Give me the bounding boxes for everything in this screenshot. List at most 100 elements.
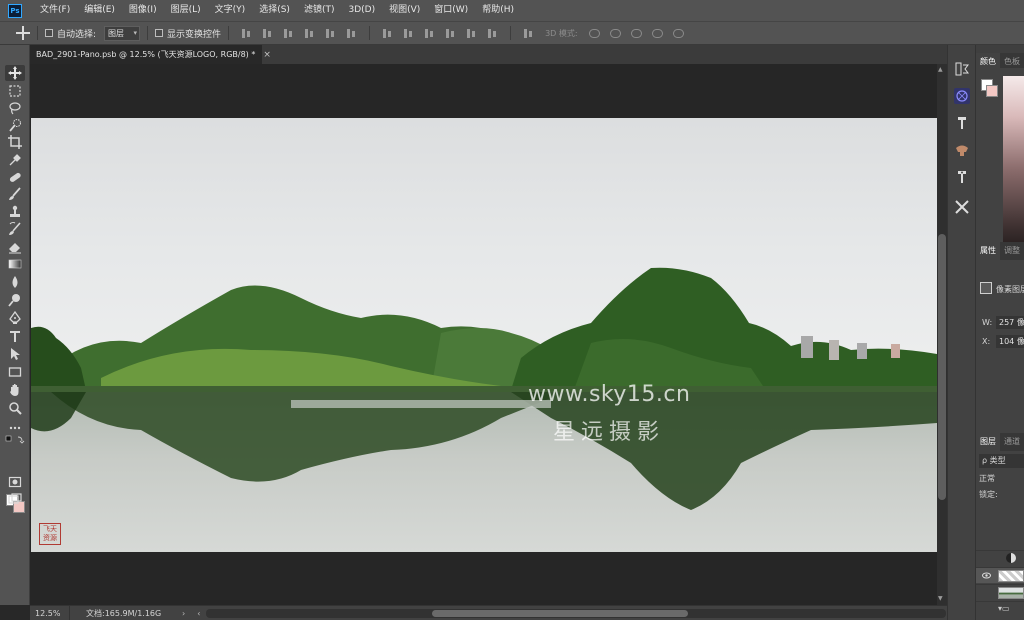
healing-brush-tool-icon[interactable]	[8, 170, 22, 184]
layers-panel-tabs: 图层 通道	[976, 433, 1024, 451]
history-icon[interactable]	[954, 61, 970, 77]
distribute-vcenter-icon[interactable]	[403, 28, 414, 39]
scroll-down-icon[interactable]: ▼	[938, 595, 943, 602]
width-field[interactable]: 257 像素	[996, 316, 1024, 329]
status-bar: 12.5% 文档:165.9M/1.16G › ‹	[30, 605, 947, 620]
3d-pan-icon[interactable]	[630, 28, 642, 38]
scroll-left-icon[interactable]: ‹	[197, 609, 200, 618]
horizontal-scroll-thumb[interactable]	[432, 609, 689, 617]
watermark-url: www.sky15.cn	[528, 382, 691, 407]
crop-tool-icon[interactable]	[8, 135, 22, 149]
align-vcenter-icon[interactable]	[262, 28, 273, 39]
more-tools-icon[interactable]	[8, 421, 22, 435]
marquee-tool-icon[interactable]	[8, 84, 22, 98]
eyedropper-tool-icon[interactable]	[8, 153, 22, 167]
color-wheel-icon[interactable]	[954, 88, 970, 104]
tab-layers[interactable]: 图层	[976, 433, 1000, 451]
lasso-tool-icon[interactable]	[8, 101, 22, 115]
rectangle-tool-icon[interactable]	[8, 365, 22, 379]
tab-channels[interactable]: 通道	[1000, 433, 1024, 451]
tools-panel-icon[interactable]	[954, 199, 970, 215]
menu-image[interactable]: 图像(I)	[122, 0, 164, 21]
align-top-icon[interactable]	[241, 28, 252, 39]
history-brush-tool-icon[interactable]	[8, 222, 22, 236]
x-label: X:	[982, 337, 991, 346]
3d-slide-icon[interactable]	[651, 28, 663, 38]
hand-tool-icon[interactable]	[8, 383, 22, 397]
menu-window[interactable]: 窗口(W)	[427, 0, 475, 21]
auto-select-checkbox[interactable]: 自动选择:	[45, 27, 96, 40]
close-icon[interactable]: ×	[263, 50, 271, 60]
tab-properties[interactable]: 属性	[976, 242, 1000, 260]
eraser-tool-icon[interactable]	[8, 240, 22, 254]
document-info[interactable]: 文档:165.9M/1.16G	[86, 608, 176, 619]
auto-align-icon[interactable]	[523, 28, 534, 39]
panel-background-swatch[interactable]	[986, 85, 998, 97]
layer-row-logo[interactable]	[976, 567, 1024, 583]
document-tab[interactable]: BAD_2901-Pano.psb @ 12.5% (飞天资源LOGO, RGB…	[30, 45, 271, 64]
clone-stamp-tool-icon[interactable]	[8, 205, 22, 219]
distribute-bottom-icon[interactable]	[424, 28, 435, 39]
checkbox-box[interactable]	[45, 29, 53, 37]
zoom-tool-icon[interactable]	[8, 401, 22, 415]
menu-type[interactable]: 文字(Y)	[208, 0, 253, 21]
layer-filter-input[interactable]: ρ 类型	[979, 454, 1024, 468]
clone-source-icon[interactable]	[954, 142, 970, 158]
brush-tool-icon[interactable]	[8, 187, 22, 201]
align-hcenter-icon[interactable]	[325, 28, 336, 39]
menu-3d[interactable]: 3D(D)	[341, 0, 382, 21]
auto-select-target-dropdown[interactable]: 图层 ▾	[104, 25, 141, 41]
tab-adjustments[interactable]: 调整	[1000, 242, 1024, 260]
align-right-icon[interactable]	[346, 28, 357, 39]
vertical-scroll-thumb[interactable]	[938, 234, 946, 500]
eye-icon[interactable]	[982, 571, 991, 580]
swap-colors-icon[interactable]	[5, 435, 25, 445]
brush-settings-icon[interactable]	[954, 169, 970, 185]
menu-help[interactable]: 帮助(H)	[475, 0, 521, 21]
show-transform-checkbox[interactable]: 显示变换控件	[155, 27, 221, 40]
scroll-up-icon[interactable]: ▲	[938, 66, 943, 73]
menu-file[interactable]: 文件(F)	[33, 0, 77, 21]
distribute-right-icon[interactable]	[487, 28, 498, 39]
menu-edit[interactable]: 编辑(E)	[77, 0, 122, 21]
menu-filter[interactable]: 滤镜(T)	[297, 0, 342, 21]
layer-row-photo[interactable]	[976, 584, 1024, 600]
panorama-image[interactable]: www.sky15.cn 星远摄影 飞天资源	[31, 118, 937, 552]
pen-tool-icon[interactable]	[8, 311, 22, 325]
3d-scale-icon[interactable]	[672, 28, 684, 38]
quick-selection-tool-icon[interactable]	[8, 118, 22, 132]
distribute-hcenter-icon[interactable]	[466, 28, 477, 39]
horizontal-scrollbar[interactable]	[206, 608, 947, 618]
divider	[228, 26, 230, 40]
dodge-tool-icon[interactable]	[8, 293, 22, 307]
distribute-left-icon[interactable]	[445, 28, 456, 39]
menu-view[interactable]: 视图(V)	[382, 0, 427, 21]
checkbox-box[interactable]	[155, 29, 164, 37]
menu-layer[interactable]: 图层(L)	[164, 0, 208, 21]
divider	[510, 26, 512, 40]
properties-type-label: 像素图层	[996, 285, 1024, 294]
brush-presets-icon[interactable]	[954, 115, 970, 131]
3d-roll-icon[interactable]	[609, 28, 621, 38]
align-bottom-icon[interactable]	[283, 28, 294, 39]
screen-mode-icon[interactable]	[8, 492, 22, 506]
divider	[369, 26, 371, 40]
align-left-icon[interactable]	[304, 28, 315, 39]
blur-tool-icon[interactable]	[8, 275, 22, 289]
layer-row-adjustment[interactable]	[976, 550, 1024, 566]
path-selection-tool-icon[interactable]	[8, 347, 22, 361]
move-options-icon[interactable]	[16, 26, 30, 40]
blend-mode-dropdown[interactable]: 正常	[979, 473, 995, 484]
layer-row-group[interactable]: ▾▭	[976, 601, 1024, 617]
status-menu-arrow-icon[interactable]: ›	[182, 609, 185, 618]
quick-mask-icon[interactable]	[8, 475, 22, 489]
gradient-tool-icon[interactable]	[8, 257, 22, 271]
move-tool-icon[interactable]	[5, 65, 25, 81]
distribute-top-icon[interactable]	[382, 28, 393, 39]
vertical-scrollbar[interactable]: ▲ ▼	[937, 64, 947, 605]
zoom-level[interactable]: 12.5%	[30, 605, 70, 620]
type-tool-icon[interactable]	[8, 329, 22, 343]
x-field[interactable]: 104 像素	[996, 335, 1024, 348]
menu-select[interactable]: 选择(S)	[252, 0, 297, 21]
3d-orbit-icon[interactable]	[588, 28, 600, 38]
